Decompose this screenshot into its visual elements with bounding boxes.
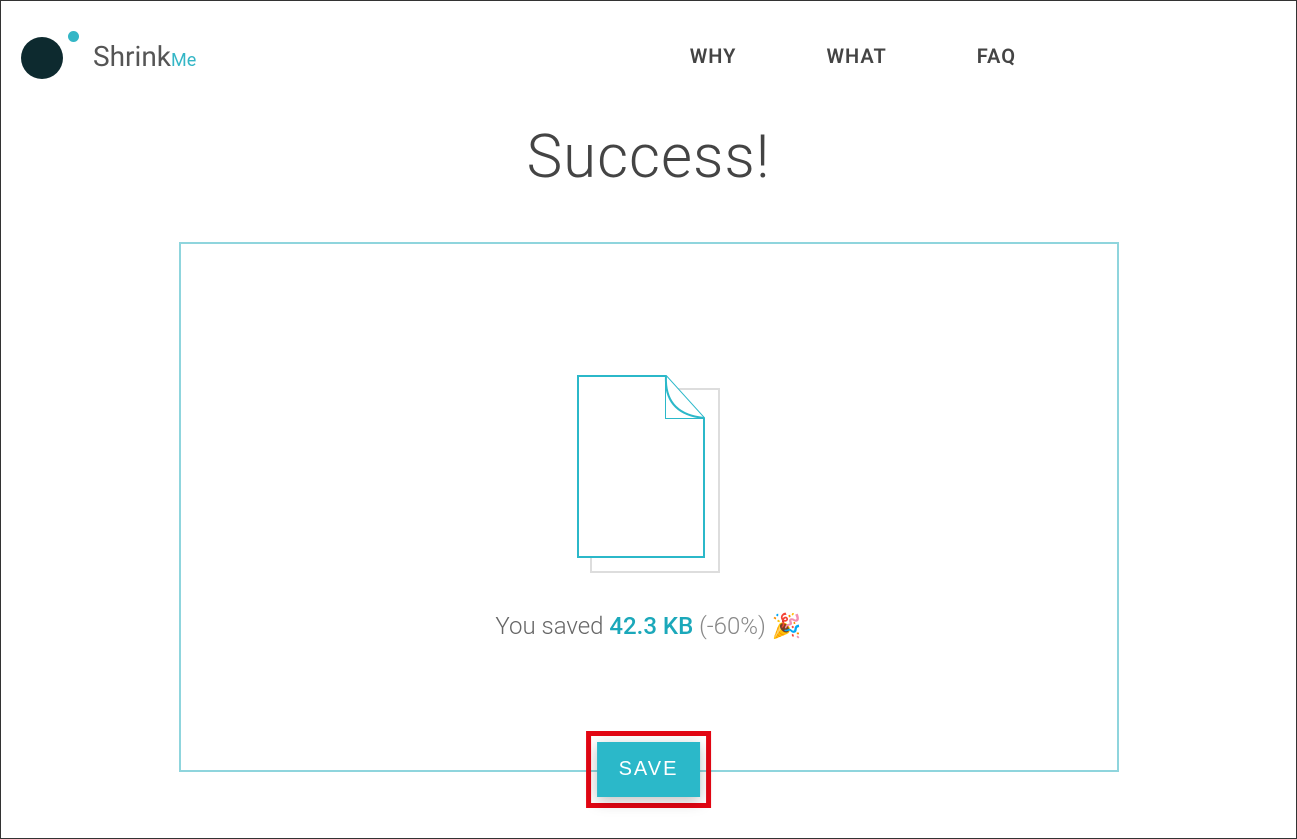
saved-summary: You saved 42.3 KB (-60%) 🎉: [495, 612, 801, 640]
nav-faq[interactable]: FAQ: [977, 44, 1016, 68]
logo-icon: [21, 33, 67, 79]
page-title: Success!: [1, 121, 1296, 192]
celebrate-icon: 🎉: [772, 612, 802, 640]
saved-amount: 42.3 KB: [609, 612, 693, 640]
nav: WHY WHAT FAQ: [690, 44, 1016, 68]
result-panel: You saved 42.3 KB (-60%) 🎉 SAVE: [179, 242, 1119, 772]
brand-name: ShrinkMe: [93, 40, 196, 73]
save-button[interactable]: SAVE: [597, 742, 701, 797]
saved-prefix: You saved: [495, 612, 609, 640]
nav-why[interactable]: WHY: [690, 44, 737, 68]
brand-logo[interactable]: ShrinkMe: [21, 33, 196, 79]
save-button-highlight: SAVE: [586, 731, 712, 808]
file-front-icon: [576, 374, 706, 559]
header: ShrinkMe WHY WHAT FAQ: [1, 1, 1296, 91]
saved-percent: (-60%): [693, 612, 771, 640]
brand-name-main: Shrink: [93, 40, 171, 73]
nav-what[interactable]: WHAT: [826, 44, 886, 68]
file-stack-icon: [576, 374, 721, 574]
brand-name-accent: Me: [171, 50, 196, 71]
